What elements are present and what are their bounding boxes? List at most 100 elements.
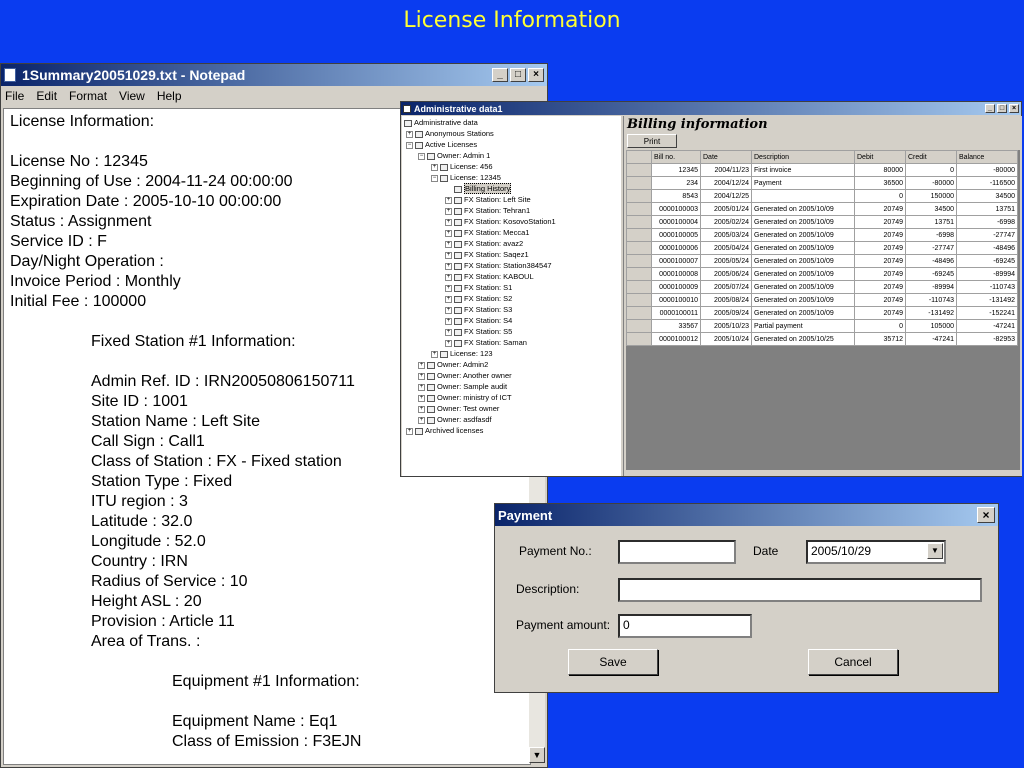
table-row[interactable]: 0000100008 2005/06/24 Generated on 2005/10… [626,267,1018,281]
collapse-icon[interactable]: − [406,141,413,149]
tree-item[interactable]: + FX Station: S5 [445,327,512,336]
table-row[interactable]: 0000100005 2005/03/24 Generated on 2005/10… [626,228,1018,242]
expand-icon[interactable]: + [445,317,452,325]
table-row[interactable]: 0000100004 2005/02/24 Generated on 2005/10… [626,215,1018,229]
scroll-down-icon[interactable]: ▼ [529,747,545,763]
admin-titlebar[interactable]: Administrative data1 _ □ × [401,102,1021,115]
tree-item[interactable]: + FX Station: S1 [445,283,512,292]
expand-icon[interactable]: + [445,273,452,281]
tree-item[interactable]: + FX Station: S3 [445,305,512,314]
expand-icon[interactable]: + [418,361,425,369]
expand-icon[interactable]: + [418,394,425,402]
tree-item[interactable]: + License: 123 [431,349,493,358]
table-row[interactable]: 0000100003 2005/01/24 Generated on 2005/10… [626,202,1018,216]
payment-no-input[interactable] [618,540,736,564]
expand-icon[interactable]: + [418,416,425,424]
expand-icon[interactable]: + [431,163,438,171]
column-header[interactable]: Date [700,150,752,164]
expand-icon[interactable]: + [445,306,452,314]
menu-format[interactable]: Format [69,89,107,103]
tree-item[interactable]: + FX Station: KABOUL [445,272,534,281]
close-icon[interactable]: × [528,68,544,82]
tree-item[interactable]: + Owner: asdfasdf [418,415,492,424]
table-row[interactable]: 234 2004/12/24 Payment 36500 -80000 -116500 [626,176,1018,190]
column-header[interactable]: Description [751,150,855,164]
menu-help[interactable]: Help [157,89,182,103]
maximize-icon[interactable]: □ [997,104,1007,113]
column-header[interactable]: Credit [905,150,957,164]
tree-item[interactable]: + FX Station: avaz2 [445,239,523,248]
table-row[interactable]: 0000100009 2005/07/24 Generated on 2005/10… [626,280,1018,294]
expand-icon[interactable]: + [445,295,452,303]
tree-item[interactable]: + FX Station: Saqez1 [445,250,529,259]
tree-item[interactable]: Administrative data [404,118,478,127]
tree-item[interactable]: + Anonymous Stations [406,129,494,138]
expand-icon[interactable]: + [445,207,452,215]
column-header[interactable]: Bill no. [651,150,701,164]
notepad-titlebar[interactable]: 1Summary20051029.txt - Notepad _ □ × [1,64,547,86]
date-select[interactable]: 2005/10/29 ▼ [806,540,946,564]
expand-icon[interactable]: + [445,240,452,248]
expand-icon[interactable]: + [431,350,438,358]
tree-item[interactable]: + Owner: Sample audit [418,382,507,391]
tree-item[interactable]: + Owner: Test owner [418,404,499,413]
table-row[interactable]: 0000100011 2005/09/24 Generated on 2005/10… [626,306,1018,320]
tree-item[interactable]: + Owner: Admin2 [418,360,488,369]
tree-item[interactable]: + Archived licenses [406,426,483,435]
expand-icon[interactable]: + [418,372,425,380]
tree-item[interactable]: + Owner: ministry of ICT [418,393,512,402]
expand-icon[interactable]: + [445,328,452,336]
expand-icon[interactable]: + [445,196,452,204]
table-row[interactable]: 12345 2004/11/23 First invoice 80000 0 -80000 [626,163,1018,177]
column-header[interactable]: Debit [854,150,906,164]
table-row[interactable]: 0000100010 2005/08/24 Generated on 2005/10… [626,293,1018,307]
tree-item[interactable]: + FX Station: Tehran1 [445,206,530,215]
expand-icon[interactable]: + [406,427,413,435]
column-header[interactable]: Balance [956,150,1018,164]
chevron-down-icon[interactable]: ▼ [927,543,943,559]
cancel-button[interactable]: Cancel [808,649,898,675]
tree-item[interactable]: − Active Licenses [406,140,477,149]
expand-icon[interactable]: + [445,251,452,259]
tree-item[interactable]: + FX Station: Mecca1 [445,228,529,237]
minimize-icon[interactable]: _ [985,104,995,113]
table-row[interactable]: 33567 2005/10/23 Partial payment 0 105000 -47… [626,319,1018,333]
tree-item[interactable]: + FX Station: S2 [445,294,512,303]
tree-item[interactable]: + FX Station: KosovoStation1 [445,217,556,226]
menu-view[interactable]: View [119,89,145,103]
expand-icon[interactable]: + [418,383,425,391]
description-input[interactable] [618,578,982,602]
expand-icon[interactable]: + [445,339,452,347]
tree-item[interactable]: + Owner: Another owner [418,371,512,380]
payment-titlebar[interactable]: Payment × [495,504,998,526]
close-icon[interactable]: × [977,507,995,523]
tree-item-billing-history[interactable]: Billing History [454,183,512,194]
collapse-icon[interactable]: − [431,174,438,182]
expand-icon[interactable]: + [445,218,452,226]
expand-icon[interactable]: + [406,130,413,138]
collapse-icon[interactable]: − [418,152,425,160]
tree-item[interactable]: + FX Station: Station384547 [445,261,552,270]
tree-item[interactable]: + FX Station: Saman [445,338,527,347]
table-row[interactable]: 0000100012 2005/10/24 Generated on 2005/10… [626,332,1018,346]
expand-icon[interactable]: + [418,405,425,413]
menu-file[interactable]: File [5,89,24,103]
print-button[interactable]: Print [627,134,677,148]
expand-icon[interactable]: + [445,262,452,270]
expand-icon[interactable]: + [445,284,452,292]
minimize-icon[interactable]: _ [492,68,508,82]
table-row[interactable]: 8543 2004/12/25 0 150000 34500 [626,189,1018,203]
tree-item[interactable]: − License: 12345 [431,173,501,182]
tree-item[interactable]: − Owner: Admin 1 [418,151,490,160]
tree-item[interactable]: + License: 456 [431,162,493,171]
table-row[interactable]: 0000100007 2005/05/24 Generated on 2005/10… [626,254,1018,268]
close-icon[interactable]: × [1009,104,1019,113]
save-button[interactable]: Save [568,649,658,675]
menu-edit[interactable]: Edit [36,89,57,103]
tree-item[interactable]: + FX Station: Left Site [445,195,531,204]
expand-icon[interactable]: + [445,229,452,237]
maximize-icon[interactable]: □ [510,68,526,82]
amount-input[interactable]: 0 [618,614,752,638]
table-row[interactable]: 0000100006 2005/04/24 Generated on 2005/10… [626,241,1018,255]
tree-item[interactable]: + FX Station: S4 [445,316,512,325]
